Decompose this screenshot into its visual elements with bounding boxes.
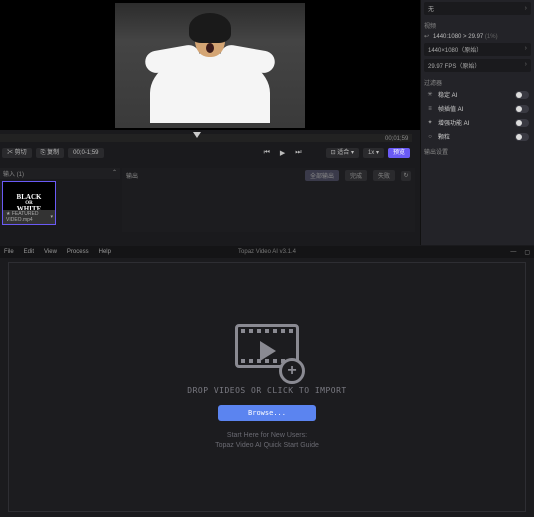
menu-edit[interactable]: Edit — [24, 249, 34, 255]
enhance-label: 增强功能 AI — [438, 118, 511, 127]
menu-help[interactable]: Help — [99, 249, 111, 255]
enhance-icon: ✦ — [426, 119, 434, 126]
menu-file[interactable]: File — [4, 249, 14, 255]
interpolation-label: 帧插值 AI — [438, 104, 511, 113]
prev-frame-button[interactable]: ⏮ — [264, 149, 270, 157]
window-title: Topaz Video AI v3.1.4 — [238, 249, 296, 255]
resolution-readout: 1440:1080 > 29.97 (1%) — [433, 34, 498, 40]
interpolation-icon: ≡ — [426, 106, 434, 112]
drop-instruction: DROP VIDEOS OR CLICK TO IMPORT — [187, 386, 347, 395]
section-video-label: 视频 — [424, 21, 531, 30]
speed-select[interactable]: 1x ▾ — [363, 148, 384, 158]
main-window: File Edit View Process Help Topaz Video … — [0, 246, 534, 517]
input-header: 输入 (1) — [3, 169, 24, 178]
import-icon: + — [235, 324, 299, 376]
back-icon[interactable]: ↩ — [424, 33, 429, 40]
copy-button[interactable]: ⎘ 复制 — [36, 148, 64, 158]
maximize-button[interactable]: ▢ — [524, 249, 530, 256]
input-panel: 输入 (1) ⌃ BLACK OR WHITE ★ FEATURED VIDEO… — [0, 168, 120, 228]
preset-select[interactable]: 无 — [424, 2, 531, 15]
minimize-button[interactable]: — — [510, 249, 516, 256]
input-thumbnail[interactable]: BLACK OR WHITE ★ FEATURED VIDEO.mp4 — [2, 181, 56, 225]
stabilize-toggle[interactable] — [515, 91, 529, 99]
stabilize-icon: ✳ — [426, 91, 434, 98]
interpolation-toggle[interactable] — [515, 105, 529, 113]
preview-button[interactable]: 预览 — [388, 148, 410, 158]
menu-bar: File Edit View Process Help Topaz Video … — [0, 246, 534, 258]
menu-process[interactable]: Process — [67, 249, 89, 255]
enhance-toggle[interactable] — [515, 119, 529, 127]
plus-icon: + — [279, 358, 305, 384]
resolution-select[interactable]: 1440×1080（原始） — [424, 43, 531, 56]
tab-done[interactable]: 完成 — [345, 170, 367, 181]
browse-button[interactable]: Browse... — [218, 405, 316, 421]
output-panel: 输出 全部输出 完成 失败 ↻ — [122, 168, 415, 232]
grain-toggle[interactable] — [515, 133, 529, 141]
output-header: 输出 — [126, 171, 138, 180]
thumb-title-l1: BLACK — [17, 194, 42, 201]
stabilize-label: 稳定 AI — [438, 90, 511, 99]
zoom-select[interactable]: ⊡ 适合 ▾ — [326, 148, 359, 158]
range-display[interactable]: 00;0-1;59 — [68, 148, 103, 158]
cut-button[interactable]: ✂ 剪切 — [2, 148, 32, 158]
tab-all-output[interactable]: 全部输出 — [305, 170, 339, 181]
menu-view[interactable]: View — [44, 249, 57, 255]
quick-start-link[interactable]: Start Here for New Users: Topaz Video AI… — [215, 431, 319, 449]
grain-icon: ○ — [426, 134, 434, 140]
grain-label: 颗粒 — [438, 132, 511, 141]
playhead-marker[interactable] — [193, 132, 201, 138]
refresh-icon[interactable]: ↻ — [401, 171, 411, 181]
fps-select[interactable]: 29.97 FPS（原始） — [424, 59, 531, 72]
video-frame — [115, 3, 305, 128]
settings-panel: 无 视频 ↩ 1440:1080 > 29.97 (1%) 1440×1080（… — [420, 0, 534, 245]
video-preview[interactable] — [0, 0, 420, 130]
drop-zone[interactable]: + DROP VIDEOS OR CLICK TO IMPORT Browse.… — [8, 262, 526, 512]
section-filter-label: 过滤器 — [424, 78, 531, 87]
play-button[interactable]: ▶ — [280, 149, 285, 157]
tab-fail[interactable]: 失败 — [373, 170, 395, 181]
timecode-end: 00;01;59 — [385, 136, 408, 142]
thumb-filename[interactable]: ★ FEATURED VIDEO.mp4 — [3, 210, 55, 224]
next-frame-button[interactable]: ⏭ — [295, 149, 301, 157]
timeline[interactable] — [0, 134, 412, 142]
section-output-label: 输出设置 — [424, 147, 531, 156]
input-expand-icon[interactable]: ⌃ — [112, 169, 117, 178]
